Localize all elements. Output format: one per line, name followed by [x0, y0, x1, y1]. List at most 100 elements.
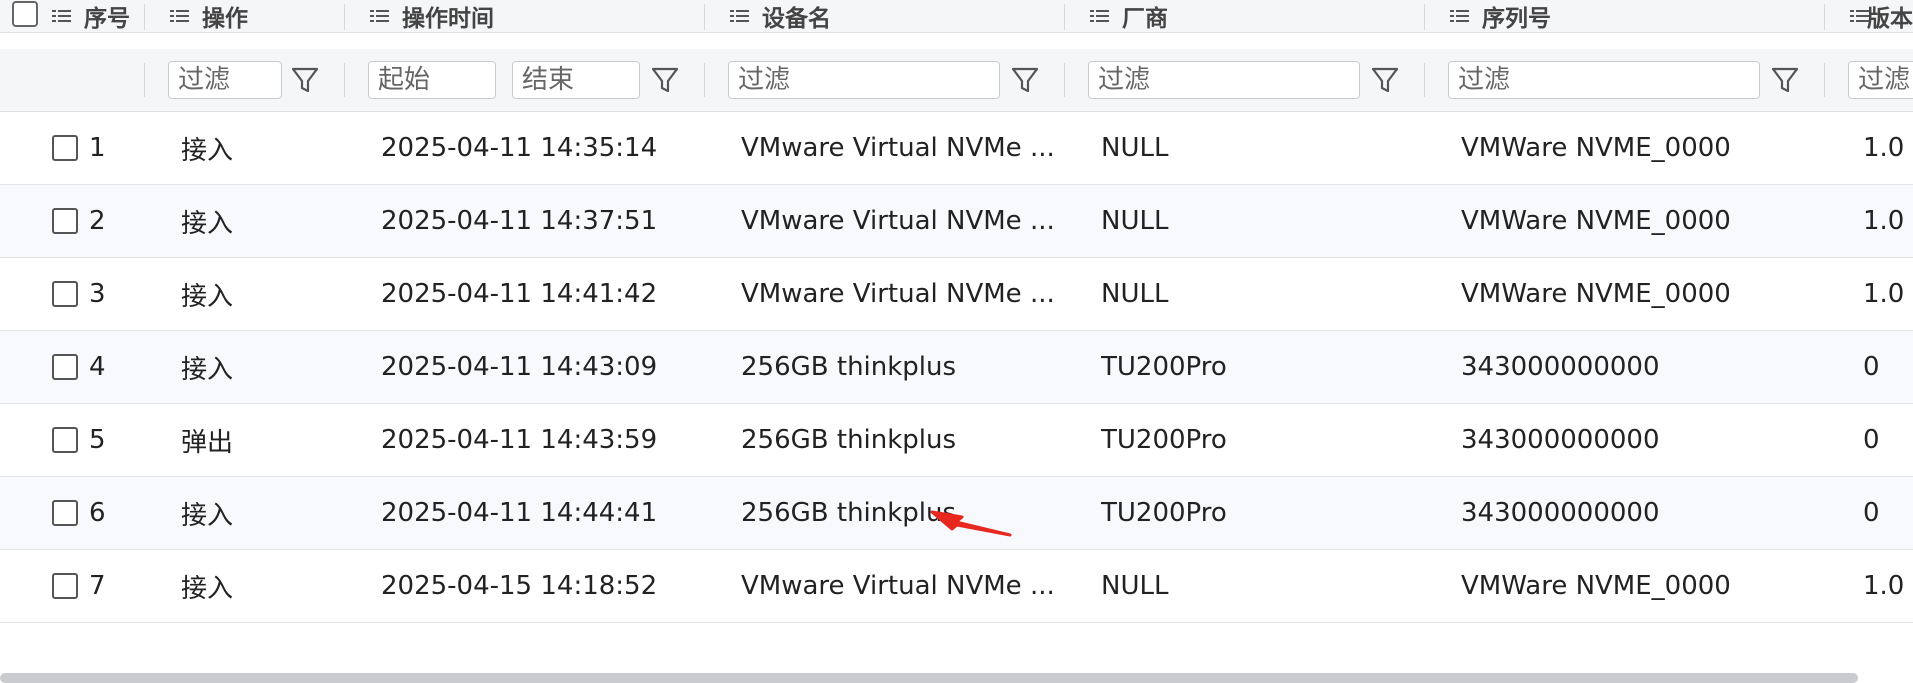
- select-all-checkbox[interactable]: [12, 1, 38, 27]
- column-header-device[interactable]: 设备名: [730, 0, 1064, 32]
- time-cell: 2025-04-11 14:37:51: [381, 206, 658, 236]
- version-cell: 0: [1863, 352, 1880, 382]
- column-divider: [1424, 63, 1425, 97]
- list-icon[interactable]: [52, 8, 72, 24]
- action-cell: 接入: [181, 135, 234, 166]
- table-header: 序号 操作 操作时间 设备名 厂商 序列号 版本: [0, 0, 1913, 33]
- row-checkbox[interactable]: [52, 573, 78, 599]
- column-divider[interactable]: [1424, 4, 1425, 30]
- serial-cell: VMWare NVME_0000: [1461, 279, 1731, 309]
- device-cell: VMware Virtual NVMe ...: [741, 571, 1055, 601]
- serial-cell: 343000000000: [1461, 425, 1660, 455]
- row-checkbox[interactable]: [52, 281, 78, 307]
- column-header-label: 操作时间: [402, 6, 494, 32]
- list-icon[interactable]: [730, 8, 750, 24]
- row-checkbox[interactable]: [52, 427, 78, 453]
- vendor-cell: TU200Pro: [1101, 498, 1227, 528]
- serial-cell: 343000000000: [1461, 352, 1660, 382]
- device-cell: VMware Virtual NVMe ...: [741, 279, 1055, 309]
- column-header-label: 序列号: [1482, 6, 1551, 32]
- version-cell: 1.0: [1863, 133, 1905, 163]
- action-cell: 接入: [181, 500, 234, 531]
- vendor-cell: NULL: [1101, 571, 1169, 601]
- time-cell: 2025-04-11 14:35:14: [381, 133, 658, 163]
- row-checkbox[interactable]: [52, 500, 78, 526]
- time-end-input[interactable]: 结束: [512, 61, 640, 99]
- action-cell: 接入: [181, 573, 234, 604]
- list-icon[interactable]: [370, 8, 390, 24]
- funnel-icon[interactable]: [288, 63, 322, 97]
- list-icon[interactable]: [1850, 8, 1869, 24]
- row-checkbox[interactable]: [52, 208, 78, 234]
- time-start-input[interactable]: 起始: [368, 61, 496, 99]
- table-row[interactable]: 3 接入 2025-04-11 14:41:42 VMware Virtual …: [0, 258, 1913, 331]
- action-filter-input[interactable]: 过滤: [168, 61, 282, 99]
- table-row[interactable]: 7 接入 2025-04-15 14:18:52 VMware Virtual …: [0, 550, 1913, 623]
- vendor-cell: TU200Pro: [1101, 352, 1227, 382]
- column-divider: [344, 63, 345, 97]
- vendor-filter-input[interactable]: 过滤: [1088, 61, 1360, 99]
- funnel-icon[interactable]: [648, 63, 682, 97]
- action-cell: 接入: [181, 208, 234, 239]
- funnel-icon[interactable]: [1768, 63, 1802, 97]
- table-row[interactable]: 2 接入 2025-04-11 14:37:51 VMware Virtual …: [0, 185, 1913, 258]
- column-divider[interactable]: [1824, 4, 1825, 30]
- version-cell: 1.0: [1863, 279, 1905, 309]
- device-cell: 256GB thinkplus: [741, 352, 957, 382]
- device-cell: VMware Virtual NVMe ...: [741, 206, 1055, 236]
- serial-filter-input[interactable]: 过滤: [1448, 61, 1760, 99]
- column-header-seq[interactable]: 序号: [52, 0, 144, 32]
- version-cell: 0: [1863, 498, 1880, 528]
- seq-cell: 6: [89, 498, 106, 528]
- column-divider[interactable]: [704, 4, 705, 30]
- row-checkbox[interactable]: [52, 354, 78, 380]
- table-row[interactable]: 5 弹出 2025-04-11 14:43:59 256GB thinkplus…: [0, 404, 1913, 477]
- column-header-vendor[interactable]: 厂商: [1090, 0, 1424, 32]
- table-row[interactable]: 6 接入 2025-04-11 14:44:41 256GB thinkplus…: [0, 477, 1913, 550]
- row-checkbox[interactable]: [52, 135, 78, 161]
- seq-cell: 3: [89, 279, 106, 309]
- column-header-time[interactable]: 操作时间: [370, 0, 704, 32]
- column-header-label: 设备名: [762, 6, 831, 32]
- list-icon[interactable]: [1450, 8, 1470, 24]
- table-row[interactable]: 4 接入 2025-04-11 14:43:09 256GB thinkplus…: [0, 331, 1913, 404]
- serial-cell: VMWare NVME_0000: [1461, 133, 1731, 163]
- version-filter-input[interactable]: 过滤: [1848, 61, 1913, 99]
- device-filter-input[interactable]: 过滤: [728, 61, 1000, 99]
- column-header-label: 版本: [1867, 6, 1913, 32]
- seq-cell: 7: [89, 571, 106, 601]
- vendor-cell: NULL: [1101, 206, 1169, 236]
- device-cell: VMware Virtual NVMe ...: [741, 133, 1055, 163]
- column-divider[interactable]: [1064, 4, 1065, 30]
- serial-cell: VMWare NVME_0000: [1461, 206, 1731, 236]
- funnel-icon[interactable]: [1368, 63, 1402, 97]
- column-divider: [144, 63, 145, 97]
- list-icon[interactable]: [1090, 8, 1110, 24]
- list-icon[interactable]: [170, 8, 190, 24]
- time-cell: 2025-04-11 14:44:41: [381, 498, 658, 528]
- funnel-icon[interactable]: [1008, 63, 1042, 97]
- column-header-label: 操作: [202, 6, 248, 32]
- vendor-cell: NULL: [1101, 133, 1169, 163]
- time-cell: 2025-04-11 14:43:09: [381, 352, 658, 382]
- serial-cell: VMWare NVME_0000: [1461, 571, 1731, 601]
- action-cell: 弹出: [181, 427, 234, 458]
- column-header-serial[interactable]: 序列号: [1450, 0, 1824, 32]
- column-divider[interactable]: [344, 4, 345, 30]
- seq-cell: 4: [89, 352, 106, 382]
- column-divider: [1824, 63, 1825, 97]
- filter-row: 过滤 起始 结束 过滤 过滤 过滤 过滤: [0, 49, 1913, 112]
- version-cell: 1.0: [1863, 571, 1905, 601]
- seq-cell: 5: [89, 425, 106, 455]
- vendor-cell: TU200Pro: [1101, 425, 1227, 455]
- column-header-action[interactable]: 操作: [170, 0, 344, 32]
- table-row[interactable]: 1 接入 2025-04-11 14:35:14 VMware Virtual …: [0, 112, 1913, 185]
- column-divider: [704, 63, 705, 97]
- column-header-label: 序号: [84, 6, 130, 32]
- column-divider[interactable]: [144, 4, 145, 30]
- seq-cell: 2: [89, 206, 106, 236]
- horizontal-scrollbar[interactable]: [0, 673, 1858, 683]
- action-cell: 接入: [181, 281, 234, 312]
- column-header-version[interactable]: 版本: [1850, 0, 1913, 32]
- version-cell: 0: [1863, 425, 1880, 455]
